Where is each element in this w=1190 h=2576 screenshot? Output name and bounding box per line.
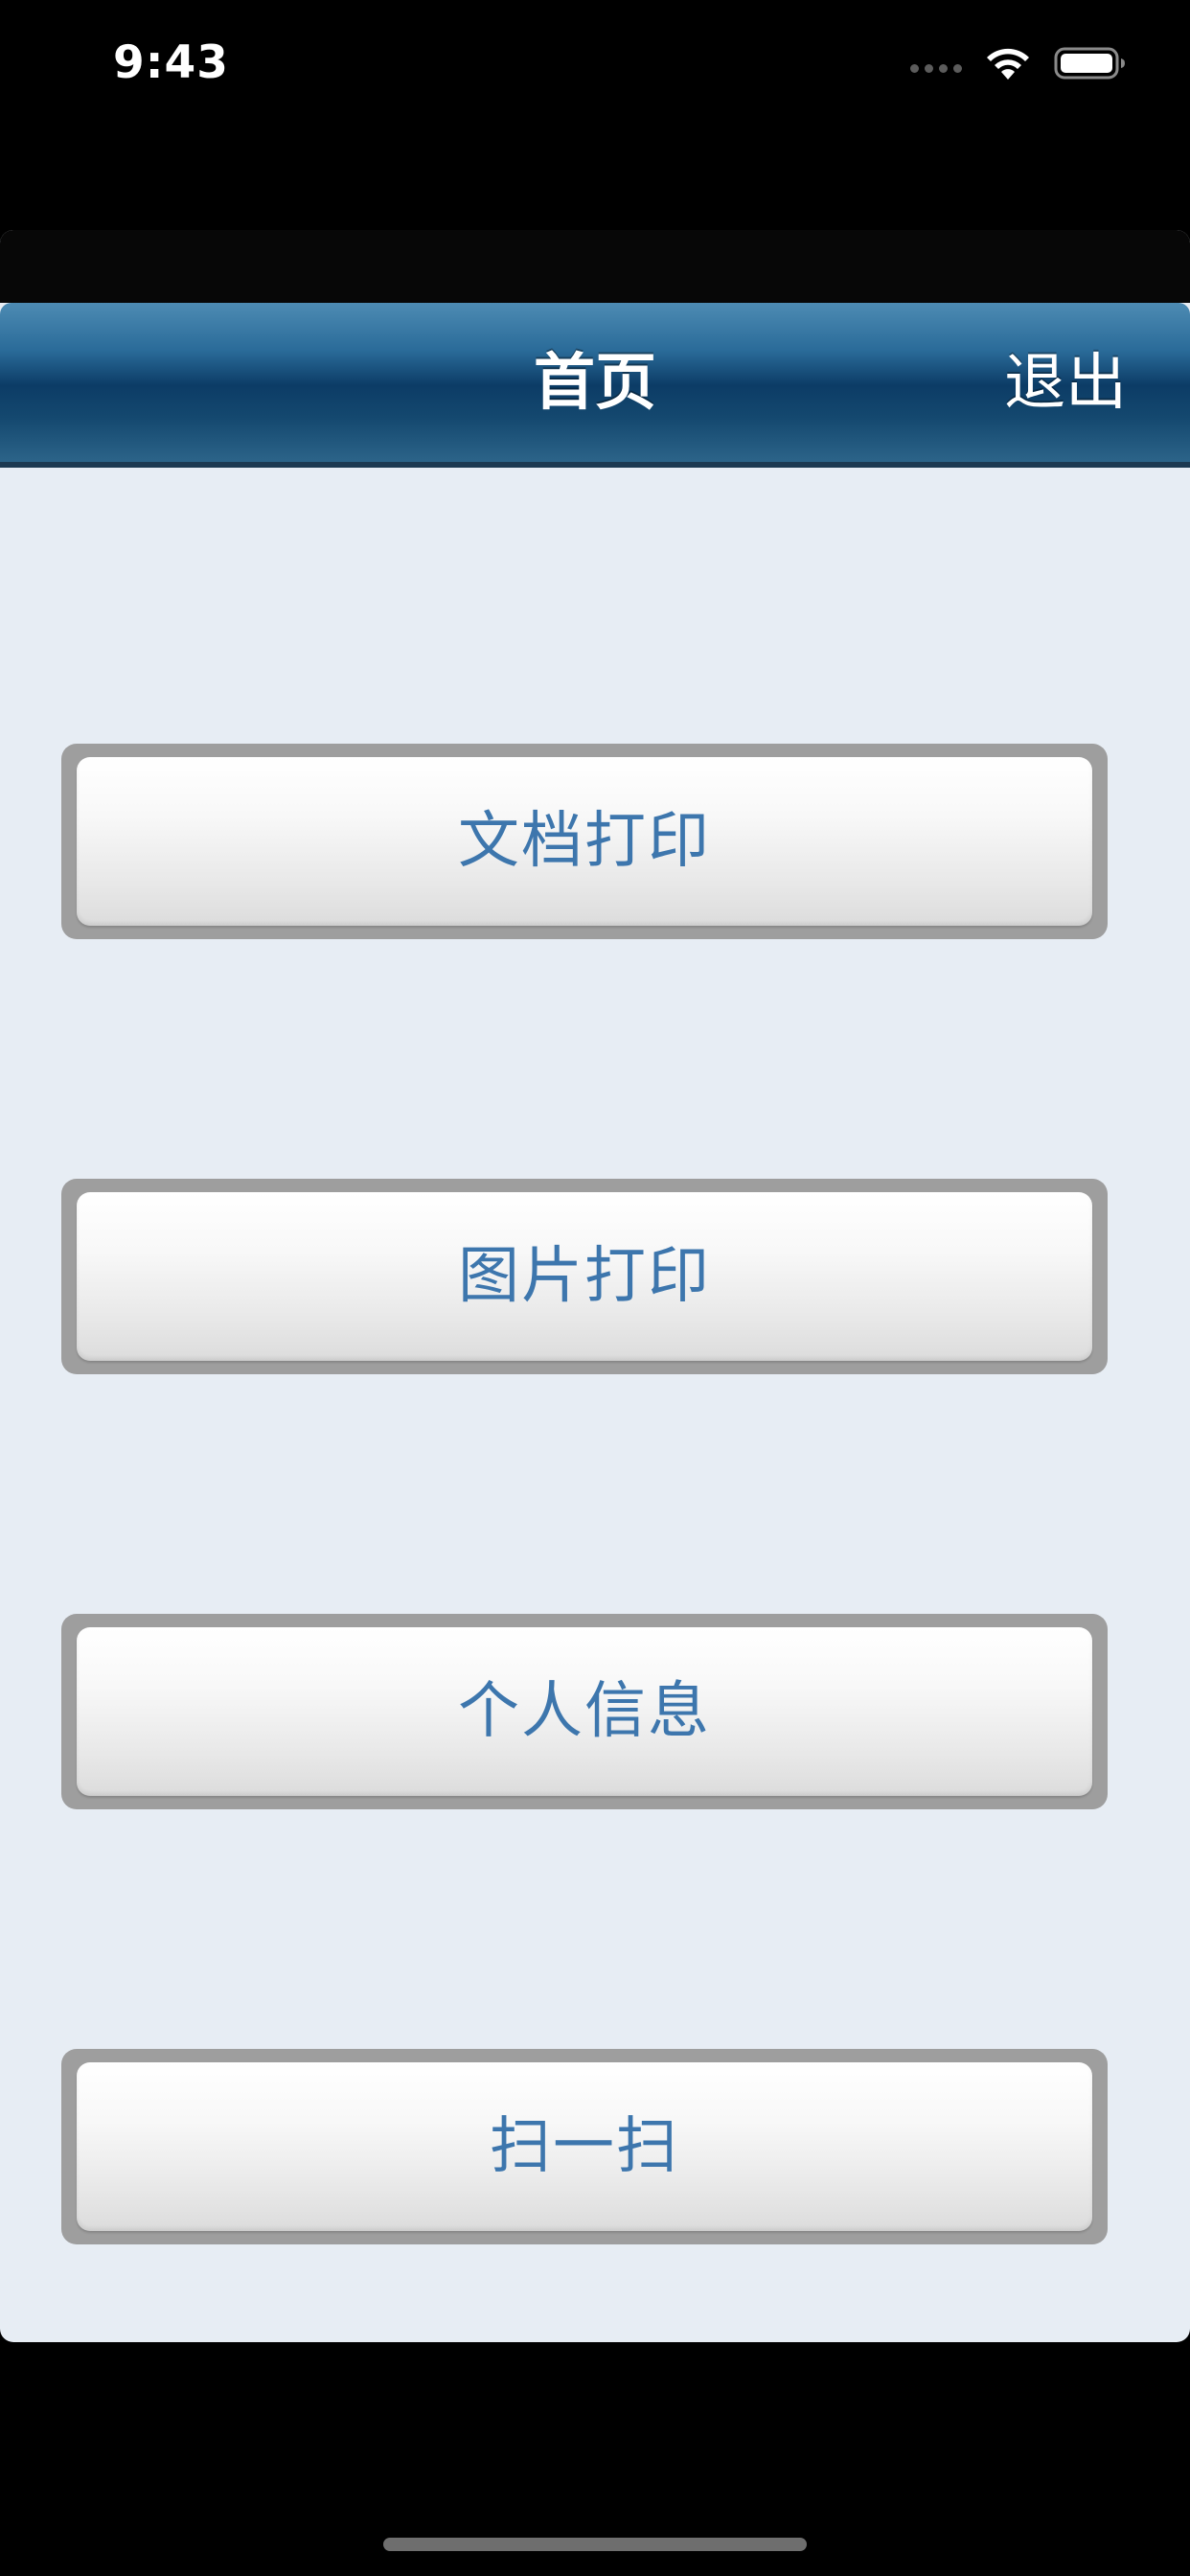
status-icons <box>910 44 1127 82</box>
status-time: 9:43 <box>113 36 229 89</box>
navigation-bar: 首页 退出 <box>0 303 1190 468</box>
document-print-button[interactable]: 文档打印 <box>61 744 1108 939</box>
button-face: 扫一扫 <box>77 2062 1092 2231</box>
button-face: 文档打印 <box>77 757 1092 926</box>
button-label: 图片打印 <box>458 1241 711 1312</box>
button-face: 图片打印 <box>77 1192 1092 1361</box>
personal-info-button[interactable]: 个人信息 <box>61 1614 1108 1809</box>
image-print-button[interactable]: 图片打印 <box>61 1179 1108 1374</box>
cellular-signal-icon <box>910 63 962 73</box>
wifi-icon <box>987 48 1029 80</box>
button-label: 文档打印 <box>458 806 711 877</box>
battery-icon <box>1054 47 1125 80</box>
app-content: 首页 退出 文档打印 图片打印 个人信息 扫一扫 <box>0 230 1190 2342</box>
home-indicator[interactable] <box>383 2538 807 2551</box>
top-dark-strip <box>0 230 1190 303</box>
phone-screen: 9:43 首页 退出 文档打印 图片打印 个人信息 扫一扫 <box>0 0 1190 2576</box>
button-label: 扫一扫 <box>490 2111 679 2182</box>
button-face: 个人信息 <box>77 1627 1092 1796</box>
scan-button[interactable]: 扫一扫 <box>61 2049 1108 2244</box>
button-label: 个人信息 <box>458 1676 711 1747</box>
logout-button[interactable]: 退出 <box>1004 349 1127 418</box>
